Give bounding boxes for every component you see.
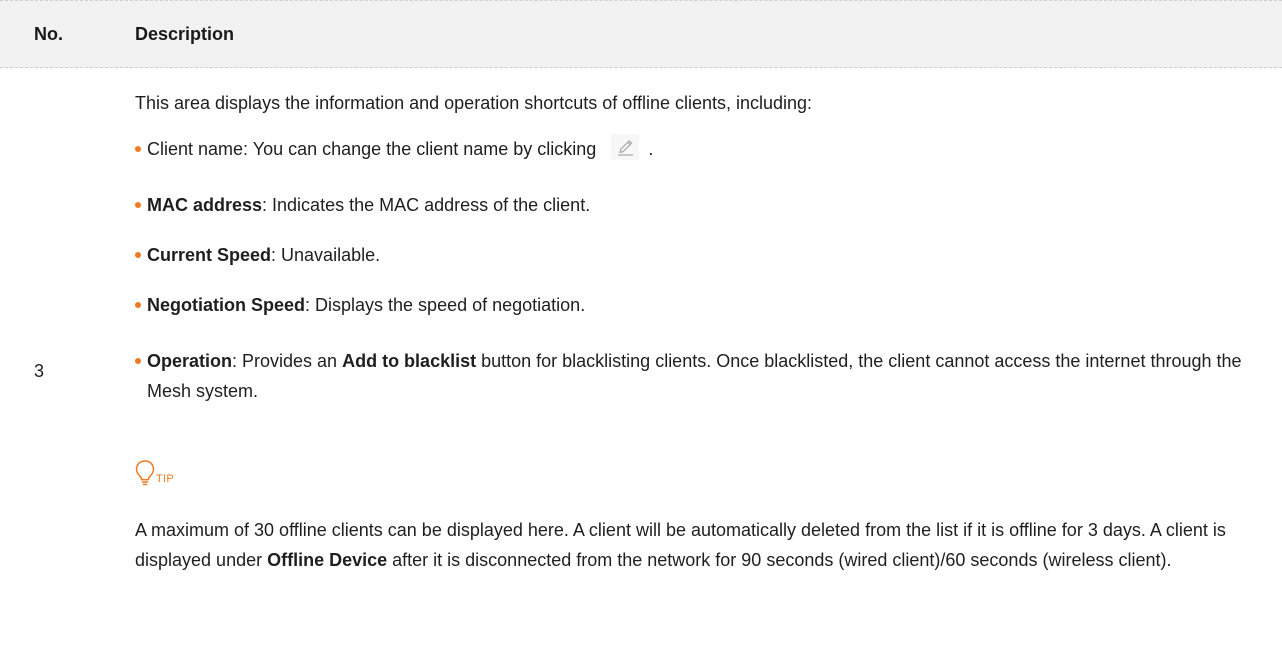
header-no: No. xyxy=(34,24,63,44)
term-negotiation-speed: Negotiation Speed xyxy=(147,295,306,315)
bullet-dot xyxy=(135,358,141,364)
client-name-text: Client name: You can change the client n… xyxy=(147,139,597,159)
description-table: No. Description 3 This area displays the… xyxy=(0,0,1282,660)
current-speed-text: : Unavailable. xyxy=(271,245,381,265)
term-offline-device: Offline Device xyxy=(267,550,388,570)
client-name-period: . xyxy=(648,139,654,159)
term-add-to-blacklist: Add to blacklist xyxy=(342,351,477,371)
list-item-negotiation-speed: Negotiation Speed: Displays the speed of… xyxy=(135,290,1245,320)
tip-text-b: after it is disconnected from the networ… xyxy=(387,550,1172,570)
list-item-operation: Operation: Provides an Add to blacklist … xyxy=(135,346,1245,406)
operation-text-a: : Provides an xyxy=(232,351,343,371)
bullet-dot xyxy=(135,252,141,258)
term-operation: Operation xyxy=(147,351,233,371)
tip-header: TIP xyxy=(135,457,1245,487)
bullet-dot xyxy=(135,202,141,208)
row-number: 3 xyxy=(34,361,45,381)
list-item-mac-address: MAC address: Indicates the MAC address o… xyxy=(135,190,1245,220)
lightbulb-icon xyxy=(135,459,155,487)
tip-label: TIP xyxy=(156,473,175,485)
tip-block: TIP A maximum of 30 offline clients can … xyxy=(135,457,1245,575)
description-cell: This area displays the information and o… xyxy=(135,90,1245,406)
negotiation-speed-text: : Displays the speed of negotiation. xyxy=(305,295,586,315)
list-item-client-name: Client name: You can change the client n… xyxy=(135,134,1245,164)
pencil-icon xyxy=(611,134,640,161)
feature-list: Client name: You can change the client n… xyxy=(135,134,1245,406)
term-current-speed: Current Speed xyxy=(147,245,272,265)
intro-text: This area displays the information and o… xyxy=(135,93,813,113)
bullet-dot xyxy=(135,146,141,152)
header-description: Description xyxy=(135,24,235,44)
table-header-row: No. Description xyxy=(0,0,1282,68)
term-mac-address: MAC address xyxy=(147,195,263,215)
tip-text: A maximum of 30 offline clients can be d… xyxy=(135,515,1245,575)
list-item-current-speed: Current Speed: Unavailable. xyxy=(135,240,1245,270)
bullet-dot xyxy=(135,302,141,308)
mac-address-text: : Indicates the MAC address of the clien… xyxy=(262,195,591,215)
